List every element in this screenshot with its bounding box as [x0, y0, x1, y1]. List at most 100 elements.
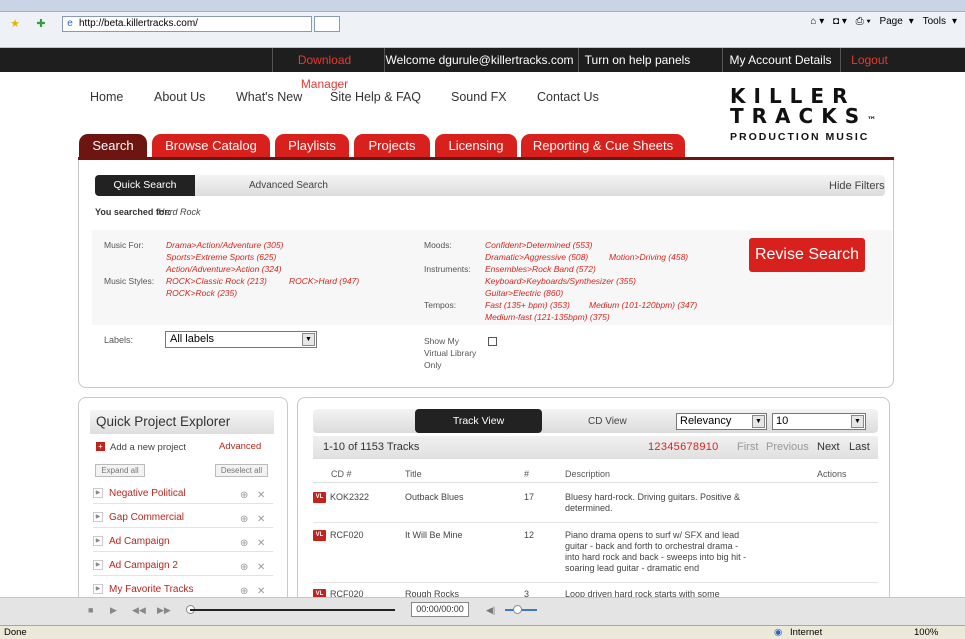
filter-instrument-2[interactable]: Keyboard>Keyboards/Synthesizer (355) — [485, 276, 636, 286]
select-icon: ⊕ — [240, 514, 249, 525]
volume-handle[interactable] — [513, 605, 522, 614]
filter-mood-2[interactable]: Dramatic>Aggressive (508) — [485, 252, 588, 262]
tab-search[interactable]: Search — [79, 134, 147, 158]
last-page-link[interactable]: Last — [849, 441, 870, 453]
select-icon: ⊕ — [240, 562, 249, 573]
advanced-link[interactable]: Advanced — [219, 441, 261, 452]
favorites-star-icon[interactable]: ★ — [8, 17, 22, 31]
revise-search-button[interactable]: Revise Search — [749, 238, 865, 272]
filter-style-2[interactable]: ROCK>Hard (947) — [289, 276, 359, 286]
tools-menu[interactable]: Tools — [923, 16, 946, 27]
tab-projects[interactable]: Projects — [354, 134, 430, 158]
home-icon[interactable]: ⌂ ▾ — [810, 16, 824, 27]
new-tab-button[interactable] — [314, 16, 340, 32]
first-page-link[interactable]: First — [737, 441, 758, 453]
account-link[interactable]: My Account Details — [722, 48, 838, 72]
add-project-link[interactable]: Add a new project — [110, 442, 186, 453]
tab-reporting[interactable]: Reporting & Cue Sheets — [521, 134, 685, 158]
site-topbar: Download Manager Welcome dgurule@killert… — [0, 48, 965, 91]
search-subtabs — [95, 175, 885, 196]
fast-forward-icon[interactable]: ▶▶ — [157, 605, 171, 616]
tab-browse-catalog[interactable]: Browse Catalog — [152, 134, 270, 158]
cd-view-tab[interactable]: CD View — [588, 416, 627, 427]
logo-line2: TRACKS — [730, 104, 868, 128]
track-description: Bluesy hard-rock. Driving guitars. Posit… — [565, 492, 741, 513]
seek-bar[interactable] — [190, 609, 395, 611]
virtual-library-checkbox[interactable] — [488, 337, 497, 346]
next-page-link[interactable]: Next — [817, 441, 840, 453]
download-manager-link[interactable]: Download Manager — [272, 48, 376, 91]
previous-page-link[interactable]: Previous — [766, 441, 809, 453]
filter-style-3[interactable]: ROCK>Rock (235) — [166, 288, 237, 298]
delete-icon: ✕ — [257, 562, 266, 573]
nav-whats-new[interactable]: What's New — [236, 90, 302, 104]
track-title[interactable]: Outback Blues — [405, 492, 464, 503]
select-icon: ⊕ — [240, 490, 249, 501]
tab-playlists[interactable]: Playlists — [275, 134, 349, 158]
col-cd[interactable]: CD # — [331, 469, 352, 479]
logo-tagline: PRODUCTION MUSIC — [730, 131, 870, 143]
col-num[interactable]: # — [524, 469, 529, 479]
volume-icon[interactable]: ◀| — [486, 605, 495, 616]
add-favorites-icon[interactable]: ✚ — [34, 17, 48, 31]
delete-icon: ✕ — [257, 514, 266, 525]
status-text: Done — [4, 627, 27, 638]
filter-style-1[interactable]: ROCK>Classic Rock (213) — [166, 276, 267, 286]
track-view-tab[interactable]: Track View — [415, 409, 542, 433]
zoom-level[interactable]: 100% — [914, 626, 938, 639]
feeds-icon[interactable]: ◘ ▾ — [833, 16, 847, 27]
quick-search-tab[interactable]: Quick Search — [95, 175, 195, 196]
filter-music-for-1[interactable]: Drama>Action/Adventure (305) — [166, 240, 283, 250]
nav-home[interactable]: Home — [90, 90, 123, 104]
cd-number[interactable]: RCF020 — [330, 530, 364, 541]
play-icon[interactable]: ▶ — [110, 605, 117, 616]
killertracks-logo[interactable]: KILLER TRACKS™ PRODUCTION MUSIC — [730, 86, 890, 150]
sort-select[interactable]: Relevancy ▼ — [676, 413, 767, 430]
project-row[interactable]: ▶ Ad Campaign ⊕ ✕ — [93, 534, 273, 552]
tab-licensing[interactable]: Licensing — [435, 134, 517, 158]
music-for-label: Music For: — [104, 240, 144, 250]
filter-mood-3[interactable]: Motion>Driving (458) — [609, 252, 688, 262]
labels-select[interactable]: All labels ▼ — [165, 331, 317, 348]
page-numbers[interactable]: 12345678910 — [648, 441, 719, 453]
filter-mood-1[interactable]: Confident>Determined (553) — [485, 240, 593, 250]
stop-icon[interactable]: ■ — [88, 605, 93, 615]
chevron-down-icon: ▼ — [851, 415, 864, 428]
filter-instrument-1[interactable]: Ensembles>Rock Band (572) — [485, 264, 596, 274]
moods-label: Moods: — [424, 240, 452, 250]
col-title[interactable]: Title — [405, 469, 422, 479]
hide-filters-link[interactable]: Hide Filters — [829, 180, 885, 192]
advanced-search-tab[interactable]: Advanced Search — [249, 180, 328, 191]
cd-number[interactable]: KOK2322 — [330, 492, 369, 503]
print-icon[interactable]: ⎙ ▾ — [856, 16, 871, 27]
project-row[interactable]: ▶ Negative Political ⊕ ✕ — [93, 486, 273, 504]
chevron-down-icon: ▼ — [752, 415, 765, 428]
deselect-all-button[interactable]: Deselect all — [215, 464, 268, 477]
filter-tempo-2[interactable]: Medium (101-120bpm) (347) — [589, 300, 697, 310]
nav-contact[interactable]: Contact Us — [537, 90, 599, 104]
delete-icon: ✕ — [257, 490, 266, 501]
logout-link[interactable]: Logout — [840, 48, 898, 72]
nav-help-faq[interactable]: Site Help & FAQ — [330, 90, 421, 104]
nav-sound-fx[interactable]: Sound FX — [451, 90, 507, 104]
help-panels-link[interactable]: Turn on help panels — [578, 48, 696, 72]
per-page-select[interactable]: 10 ▼ — [772, 413, 866, 430]
track-title[interactable]: It Will Be Mine — [405, 530, 463, 541]
nav-about[interactable]: About Us — [154, 90, 205, 104]
vl-badge: VL — [313, 492, 326, 503]
project-row[interactable]: ▶ Gap Commercial ⊕ ✕ — [93, 510, 273, 528]
add-icon[interactable]: + — [96, 442, 105, 451]
rewind-icon[interactable]: ◀◀ — [132, 605, 146, 616]
filter-tempo-3[interactable]: Medium-fast (121-135bpm) (375) — [485, 312, 610, 322]
expand-all-button[interactable]: Expand all — [95, 464, 145, 477]
filter-music-for-2[interactable]: Sports>Extreme Sports (625) — [166, 252, 276, 262]
filter-music-for-3[interactable]: Action/Adventure>Action (324) — [166, 264, 282, 274]
page-menu[interactable]: Page — [879, 16, 902, 27]
results-count: 1-10 of 1153 Tracks — [323, 441, 420, 453]
welcome-text: Welcome dgurule@killertracks.com — [384, 48, 574, 72]
address-bar[interactable]: http://beta.killertracks.com/ — [62, 16, 312, 32]
browser-window: ★ ✚ http://beta.killertracks.com/ e ⌂ ▾ … — [0, 0, 965, 639]
filter-instrument-3[interactable]: Guitar>Electric (860) — [485, 288, 563, 298]
project-row[interactable]: ▶ Ad Campaign 2 ⊕ ✕ — [93, 558, 273, 576]
filter-tempo-1[interactable]: Fast (135+ bpm) (353) — [485, 300, 570, 310]
